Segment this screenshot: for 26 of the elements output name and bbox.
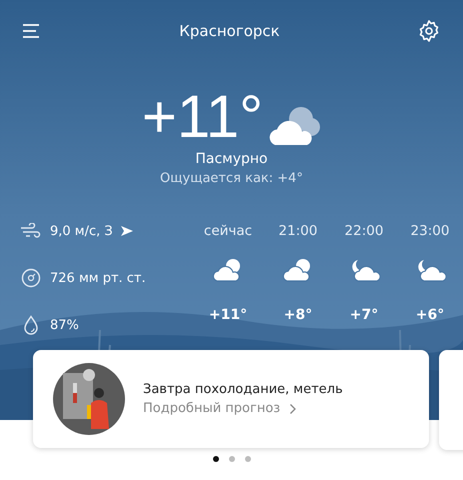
cloud-icon	[267, 105, 322, 147]
wind-icon	[20, 223, 42, 239]
menu-icon[interactable]	[22, 23, 42, 39]
hour-temperature: +7°	[350, 306, 378, 325]
detail-text: 9,0 м/с, З	[50, 224, 113, 238]
forecast-card[interactable]: Завтра похолодание, метель Подробный прогноз	[33, 350, 429, 448]
detail-text: 87%	[50, 318, 79, 332]
hour-time: 22:00	[344, 222, 384, 241]
hour-time: сейчас	[204, 222, 252, 241]
city-name: Красногорск	[179, 22, 280, 40]
settings-icon[interactable]	[416, 19, 441, 43]
detail-text: 726 мм рт. ст.	[50, 270, 146, 286]
hour-temperature: +6°	[416, 306, 444, 325]
detailed-forecast-link[interactable]: Подробный прогноз	[143, 401, 343, 416]
current-temperature: +11°	[142, 87, 264, 147]
direction-arrow-icon	[120, 226, 133, 236]
hour-temperature: +11°	[208, 306, 248, 325]
gauge-icon	[20, 268, 42, 288]
card-title: Завтра похолодание, метель	[143, 382, 343, 397]
feels-like-text: Ощущается как: +4°	[160, 171, 303, 186]
person-at-window-drawing	[53, 363, 125, 435]
chevron-icon	[289, 402, 298, 414]
condition-text: Пасмурно	[195, 151, 268, 167]
hour-temperature: +8°	[284, 306, 312, 325]
hour-time: 21:00	[278, 222, 318, 241]
hour-time: 23:00	[410, 222, 450, 241]
